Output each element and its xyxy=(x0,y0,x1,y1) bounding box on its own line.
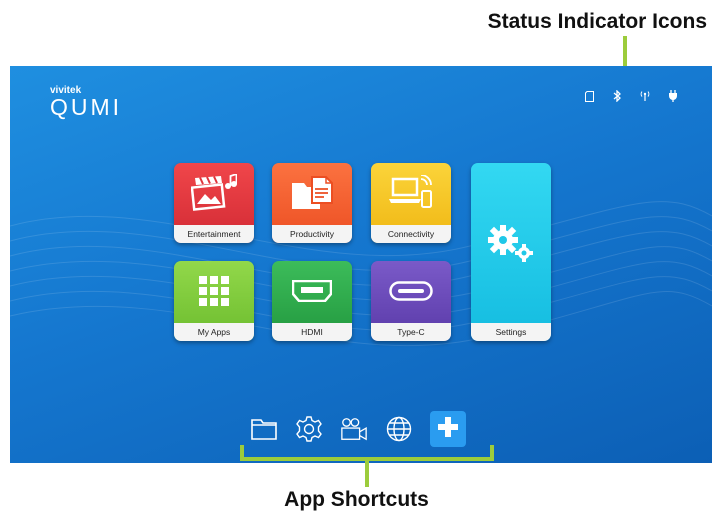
tile-label: Settings xyxy=(471,323,551,341)
globe-icon[interactable] xyxy=(385,415,413,443)
video-camera-icon[interactable] xyxy=(340,415,368,443)
power-plug-icon xyxy=(667,89,679,103)
vivitek-qumi-logo: vivitek QUMI xyxy=(50,86,123,120)
computer-phone-icon xyxy=(371,163,451,223)
tile-label: Type-C xyxy=(371,323,451,341)
tile-label: Entertainment xyxy=(174,225,254,243)
gears-icon xyxy=(471,163,551,323)
tile-type-c[interactable]: Type-C xyxy=(371,261,451,341)
app-shortcuts-bar xyxy=(250,411,466,447)
tile-label: HDMI xyxy=(272,323,352,341)
wifi-antenna-icon xyxy=(639,89,651,103)
tile-my-apps[interactable]: My Apps xyxy=(174,261,254,341)
tile-label: My Apps xyxy=(174,323,254,341)
folder-icon[interactable] xyxy=(250,415,278,443)
usb-c-port-icon xyxy=(371,261,451,321)
tile-hdmi[interactable]: HDMI xyxy=(272,261,352,341)
tile-settings[interactable]: Settings xyxy=(471,163,551,341)
add-icon xyxy=(437,416,459,443)
shortcuts-callout-line xyxy=(365,459,369,487)
add-button[interactable] xyxy=(430,411,466,447)
bluetooth-icon xyxy=(611,89,623,103)
product-name: QUMI xyxy=(50,94,123,120)
tile-connectivity[interactable]: Connectivity xyxy=(371,163,451,243)
grid-icon xyxy=(174,261,254,321)
tile-entertainment[interactable]: Entertainment xyxy=(174,163,254,243)
media-icon xyxy=(174,163,254,223)
tile-label: Productivity xyxy=(272,225,352,243)
status-indicator-bar xyxy=(583,89,679,103)
home-screen: vivitek QUMI Entertainment Productivity … xyxy=(10,66,712,463)
app-shortcuts-callout: App Shortcuts xyxy=(284,488,429,511)
background-waves xyxy=(10,201,712,347)
gear-icon[interactable] xyxy=(295,415,323,443)
tile-label: Connectivity xyxy=(371,225,451,243)
status-indicator-icons-callout: Status Indicator Icons xyxy=(487,10,707,33)
documents-icon xyxy=(272,163,352,223)
tile-productivity[interactable]: Productivity xyxy=(272,163,352,243)
sd-card-icon xyxy=(583,89,595,103)
hdmi-port-icon xyxy=(272,261,352,321)
